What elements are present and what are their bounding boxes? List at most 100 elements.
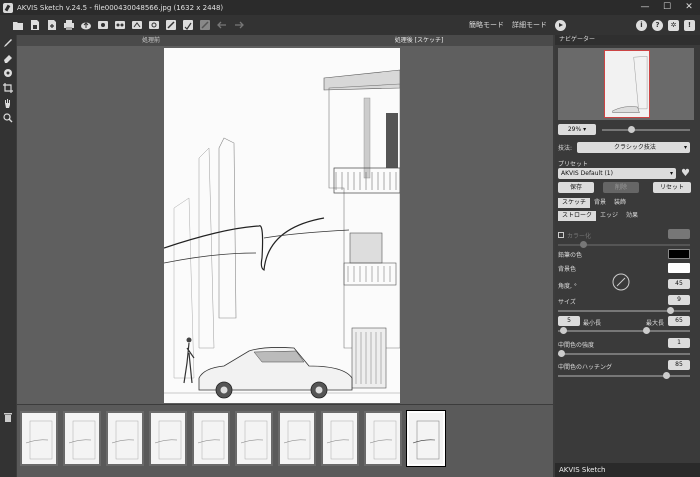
tab-effects[interactable]: 効果 <box>622 211 642 221</box>
min-length-knob[interactable] <box>560 327 567 334</box>
save-preset-button[interactable]: 保存 <box>558 182 594 193</box>
midtone-intensity-value[interactable]: 1 <box>668 338 690 348</box>
close-button[interactable]: ✕ <box>678 0 700 15</box>
main-tabs: スケッチ 背景 装飾 <box>558 198 630 208</box>
preset-label: プリセット <box>558 161 589 168</box>
title-bar: AKVIS Sketch v.24.5 - file000430048566.j… <box>0 0 700 15</box>
advanced-mode-button[interactable]: 詳細モード <box>512 20 547 30</box>
midtone-intensity-slider[interactable] <box>558 353 690 355</box>
crop-icon[interactable] <box>0 80 16 95</box>
presets-icon[interactable] <box>114 19 126 31</box>
colorize-value[interactable] <box>668 229 690 239</box>
thumbnail-strip <box>17 405 553 477</box>
sketch-mode-icon[interactable] <box>199 19 211 31</box>
min-length-value[interactable]: 5 <box>558 316 580 326</box>
share-icon[interactable] <box>131 19 143 31</box>
thumbnail-1[interactable] <box>20 411 58 466</box>
thumbnail-6[interactable] <box>235 411 273 466</box>
thumbnail-5[interactable] <box>192 411 230 466</box>
settings-icon[interactable] <box>148 19 160 31</box>
open-icon[interactable] <box>12 19 24 31</box>
zoom-select[interactable]: 29% ▾ <box>558 124 596 135</box>
navigator-thumbnail[interactable] <box>604 50 650 118</box>
undo-icon[interactable] <box>216 19 228 31</box>
color-picker-icon[interactable] <box>0 65 16 80</box>
panel-footer: AKVIS Sketch <box>555 463 700 477</box>
size-value[interactable]: 9 <box>668 295 690 305</box>
favorite-heart-icon[interactable]: ♥ <box>681 168 690 179</box>
delete-preset-button[interactable]: 削除 <box>603 182 639 193</box>
gear-icon[interactable]: ✲ <box>668 19 679 31</box>
pencil-color-swatch[interactable] <box>668 249 690 259</box>
tab-edges[interactable]: エッジ <box>596 211 622 221</box>
run-icon[interactable] <box>555 19 566 31</box>
colorize-slider-knob[interactable] <box>580 241 587 248</box>
redo-icon[interactable] <box>233 19 245 31</box>
midtone-hatching-slider[interactable] <box>558 375 690 377</box>
sketch-image <box>164 48 400 403</box>
tab-decoration[interactable]: 装飾 <box>610 198 630 208</box>
save-icon[interactable] <box>29 19 41 31</box>
main-toolbar: 簡略モード 詳細モード i ? ✲ ! <box>0 15 700 35</box>
thumbnail-10[interactable] <box>406 410 446 467</box>
zoom-icon[interactable] <box>0 110 16 125</box>
colorize-slider[interactable] <box>558 244 690 246</box>
tab-strokes[interactable]: ストローク <box>558 211 597 221</box>
sub-tabs: ストローク エッジ 効果 <box>558 211 642 221</box>
midtone-hatching-knob[interactable] <box>663 372 670 379</box>
thumbnail-3[interactable] <box>106 411 144 466</box>
sketch-canvas[interactable] <box>164 48 400 403</box>
navigator-preview[interactable] <box>558 48 694 120</box>
app-logo-icon <box>3 2 13 13</box>
navigator-header: ナビゲーター <box>555 35 700 45</box>
thumbnail-2[interactable] <box>63 411 101 466</box>
upload-icon[interactable] <box>80 19 92 31</box>
zoom-row: 29% ▾ <box>558 124 694 136</box>
express-mode-button[interactable]: 簡略モード <box>469 20 504 30</box>
maximize-button[interactable]: ☐ <box>656 0 678 15</box>
brush-icon[interactable] <box>0 35 16 50</box>
length-range-slider[interactable] <box>558 330 690 332</box>
zoom-slider-knob[interactable] <box>628 126 635 133</box>
tab-background[interactable]: 背景 <box>590 198 610 208</box>
reset-preset-button[interactable]: リセット <box>653 182 691 193</box>
print-icon[interactable] <box>63 19 75 31</box>
angle-value[interactable]: 45 <box>668 279 690 289</box>
window-title: AKVIS Sketch v.24.5 - file000430048566.j… <box>17 3 224 12</box>
style-dropdown[interactable]: クラシック技法 ▾ <box>577 142 690 153</box>
effect-icon[interactable] <box>182 19 194 31</box>
midtone-intensity-knob[interactable] <box>558 350 565 357</box>
min-length-label: 最小長 <box>583 320 602 327</box>
minimize-button[interactable]: — <box>634 0 656 15</box>
hand-icon[interactable] <box>0 95 16 110</box>
style-label: 技法: <box>558 145 573 152</box>
trash-icon[interactable] <box>3 412 13 422</box>
thumbnail-4[interactable] <box>149 411 187 466</box>
thumbnail-7[interactable] <box>278 411 316 466</box>
preset-dropdown[interactable]: AKVIS Default (1) ▾ <box>558 168 676 179</box>
tool-strip <box>0 35 16 477</box>
thumbnail-8[interactable] <box>321 411 359 466</box>
eraser-icon[interactable] <box>0 50 16 65</box>
max-length-knob[interactable] <box>643 327 650 334</box>
tab-after[interactable]: 処理後 [スケッチ] <box>285 35 553 46</box>
midtone-hatching-value[interactable]: 85 <box>668 360 690 370</box>
batch-icon[interactable] <box>97 19 109 31</box>
image-workspace: 処理前 処理後 [スケッチ] <box>17 35 553 404</box>
thumbnail-9[interactable] <box>364 411 402 466</box>
info-icon[interactable]: i <box>636 19 647 31</box>
size-slider-knob[interactable] <box>667 307 674 314</box>
export-icon[interactable] <box>46 19 58 31</box>
tab-sketch[interactable]: スケッチ <box>558 198 591 208</box>
sketch-icon[interactable] <box>165 19 177 31</box>
help-icon[interactable]: ? <box>652 19 663 31</box>
bg-color-swatch[interactable] <box>668 263 690 273</box>
angle-dial-icon[interactable] <box>612 273 630 291</box>
tab-before[interactable]: 処理前 <box>17 35 285 46</box>
colorize-checkbox[interactable] <box>558 232 564 238</box>
settings-panel: ナビゲーター 29% ▾ 技法: クラシック技法 ▾ プリセット AKVIS De… <box>555 35 700 477</box>
max-length-value[interactable]: 65 <box>668 316 690 326</box>
zoom-slider[interactable] <box>602 129 690 131</box>
max-length-label: 最大長 <box>646 320 665 327</box>
notification-icon[interactable]: ! <box>684 19 695 31</box>
